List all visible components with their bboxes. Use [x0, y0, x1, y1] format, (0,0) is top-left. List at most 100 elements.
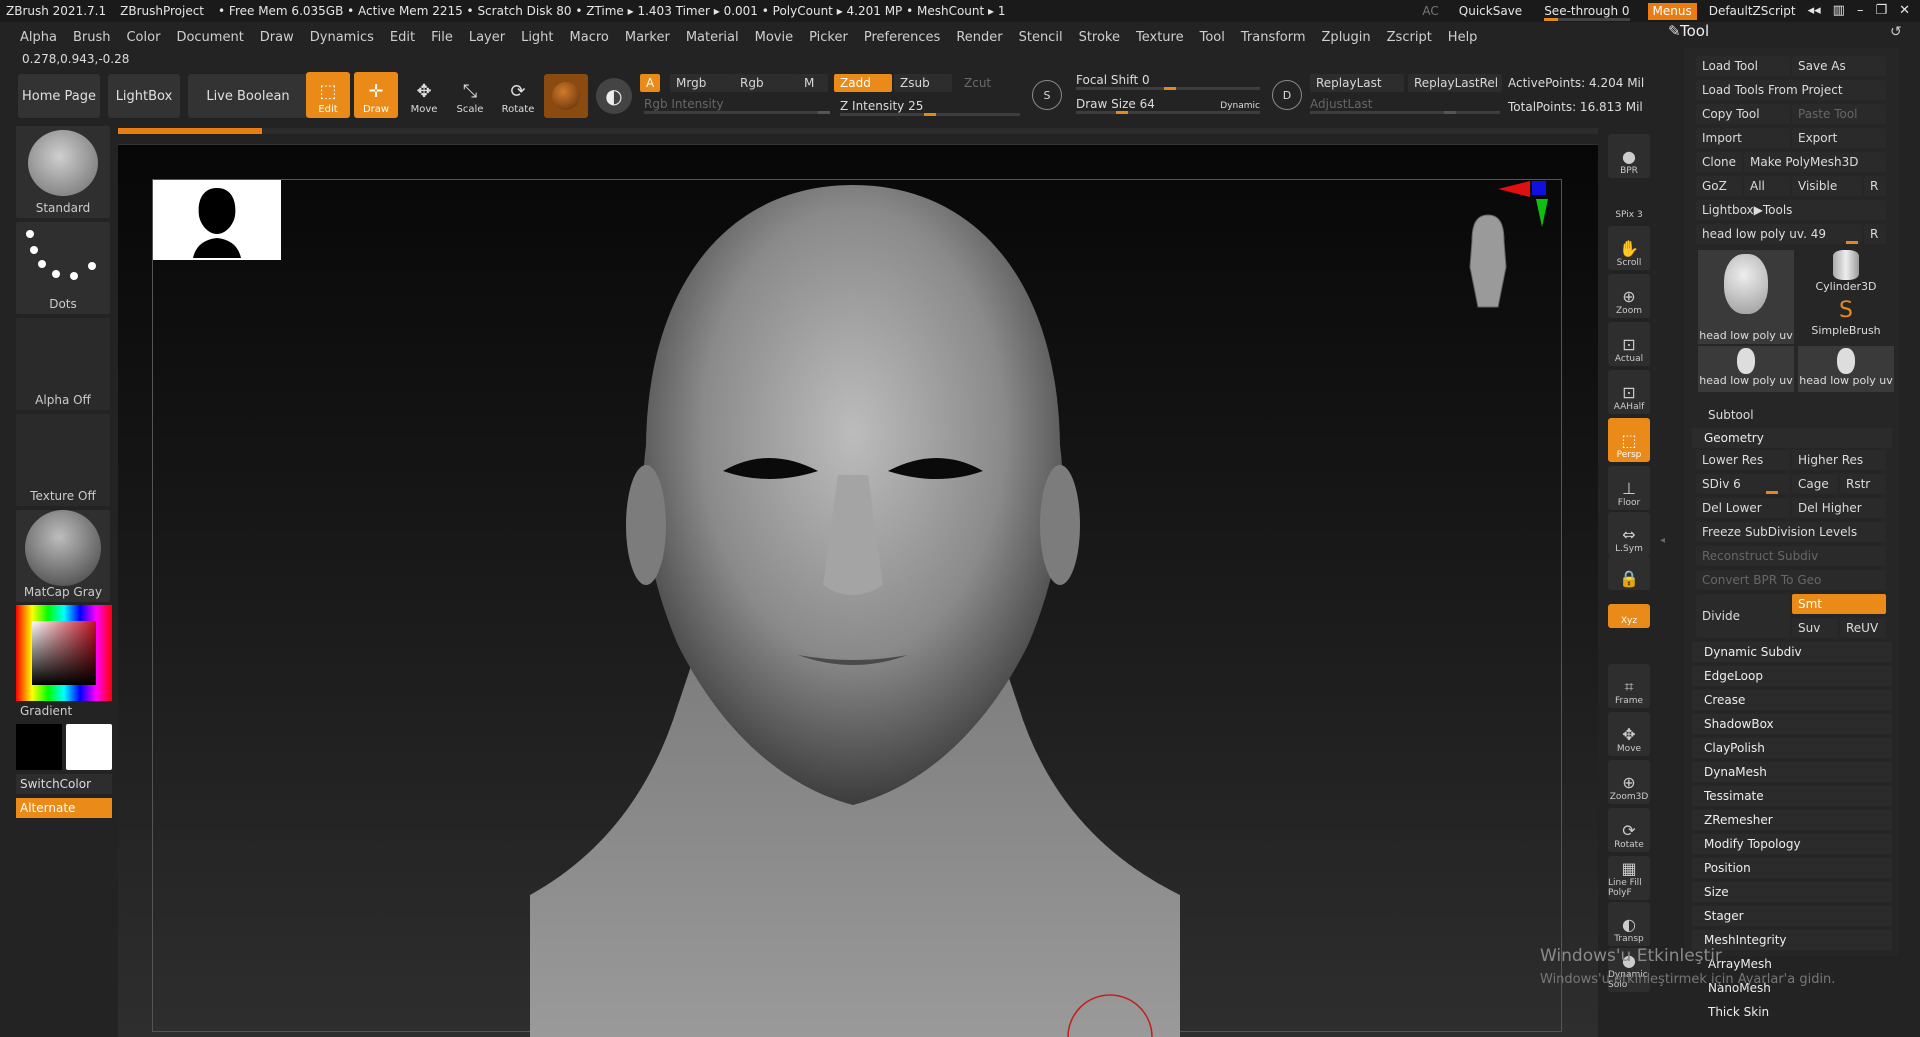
see-through-slider[interactable]: See-through 0 [1538, 0, 1635, 22]
convert-bpr-button[interactable]: Convert BPR To Geo [1696, 570, 1886, 590]
navigator-thumbnail[interactable] [153, 180, 281, 260]
right-tool-aahalf[interactable]: ⊡ AAHalf [1608, 370, 1650, 414]
menu-edit[interactable]: Edit [382, 30, 423, 45]
menu-stencil[interactable]: Stencil [1011, 30, 1071, 45]
adjust-last-slider[interactable]: AdjustLast [1310, 96, 1500, 114]
menu-picker[interactable]: Picker [801, 30, 856, 45]
edit-button[interactable]: ⬚ Edit [306, 72, 350, 118]
current-tool-r-button[interactable]: R [1864, 224, 1886, 244]
spotlight-d-icon[interactable]: D [1272, 80, 1302, 110]
m-toggle[interactable]: M [798, 74, 828, 92]
sdiv-slider[interactable]: SDiv 6 [1696, 474, 1790, 494]
menu-preferences[interactable]: Preferences [856, 30, 948, 45]
menu-brush[interactable]: Brush [65, 30, 119, 45]
menu-draw[interactable]: Draw [252, 30, 302, 45]
secondary-color-swatch[interactable] [66, 724, 112, 770]
section-tessimate[interactable]: Tessimate [1692, 786, 1892, 806]
load-tools-from-project-button[interactable]: Load Tools From Project [1696, 80, 1886, 100]
menu-layer[interactable]: Layer [461, 30, 513, 45]
menu-dynamics[interactable]: Dynamics [302, 30, 382, 45]
layout-icon[interactable]: ◂◂ [1808, 0, 1821, 22]
right-tool-frame[interactable]: ⌗ Frame [1608, 664, 1650, 708]
load-tool-button[interactable]: Load Tool [1696, 56, 1790, 76]
section-edgeloop[interactable]: EdgeLoop [1692, 666, 1892, 686]
tool-palette-title[interactable]: Tool [1680, 22, 1709, 40]
mrgb-toggle[interactable]: Mrgb [670, 74, 734, 92]
goz-all-button[interactable]: All [1744, 176, 1790, 196]
tool-thumb-cylinder[interactable]: Cylinder3D [1798, 250, 1894, 296]
color-picker[interactable] [16, 605, 112, 701]
menu-file[interactable]: File [423, 30, 461, 45]
reconstruct-subdiv-button[interactable]: Reconstruct Subdiv [1696, 546, 1886, 566]
section-stager[interactable]: Stager [1692, 906, 1892, 926]
import-button[interactable]: Import [1696, 128, 1790, 148]
right-tool-line-fill-polyf[interactable]: ▦ Line Fill PolyF [1608, 856, 1650, 900]
right-tool-zoom3d[interactable]: ⊕ Zoom3D [1608, 760, 1650, 804]
menu-zplugin[interactable]: Zplugin [1314, 30, 1379, 45]
divide-button[interactable]: Divide [1696, 594, 1790, 638]
scale-button[interactable]: ⤡ Scale [448, 72, 492, 118]
lower-res-button[interactable]: Lower Res [1696, 450, 1790, 470]
zadd-toggle[interactable]: Zadd [834, 74, 892, 92]
refresh-icon[interactable]: ↺ [1890, 24, 1902, 40]
canvas-viewport[interactable] [118, 144, 1598, 1037]
texture-selector[interactable]: Texture Off [16, 414, 110, 506]
rgb-toggle[interactable]: Rgb [734, 74, 798, 92]
suv-toggle[interactable]: Suv [1792, 618, 1838, 638]
close-icon[interactable]: ✕ [1899, 0, 1910, 22]
right-tool-move[interactable]: ✥ Move [1608, 712, 1650, 756]
geometry-section[interactable]: Geometry [1692, 428, 1892, 448]
stroke-selector[interactable]: Dots [16, 222, 110, 314]
quicksave-button[interactable]: QuickSave [1455, 0, 1526, 22]
goz-visible-button[interactable]: Visible [1792, 176, 1862, 196]
maximize-icon[interactable]: ❐ [1875, 0, 1887, 22]
menu-material[interactable]: Material [678, 30, 747, 45]
goz-button[interactable]: GoZ [1696, 176, 1742, 196]
section-zremesher[interactable]: ZRemesher [1692, 810, 1892, 830]
section-crease[interactable]: Crease [1692, 690, 1892, 710]
draw-button[interactable]: ✛ Draw [354, 72, 398, 118]
right-tool-transp[interactable]: ◐ Transp [1608, 902, 1650, 946]
section-shadowbox[interactable]: ShadowBox [1692, 714, 1892, 734]
section-claypolish[interactable]: ClayPolish [1692, 738, 1892, 758]
alpha-selector[interactable]: Alpha Off [16, 318, 110, 410]
section-arraymesh[interactable]: ArrayMesh [1696, 954, 1896, 974]
right-tool-l-sym[interactable]: ⇔ L.Sym [1608, 512, 1650, 556]
menus-button[interactable]: Menus [1647, 2, 1697, 20]
rotate-button[interactable]: ⟳ Rotate [496, 72, 540, 118]
reuv-toggle[interactable]: ReUV [1840, 618, 1886, 638]
home-page-button[interactable]: Home Page [18, 74, 100, 118]
material-swatch[interactable] [544, 74, 588, 118]
lightbox-tools-button[interactable]: Lightbox▶Tools [1696, 200, 1886, 220]
menu-texture[interactable]: Texture [1128, 30, 1192, 45]
menu-help[interactable]: Help [1440, 30, 1486, 45]
right-tool-persp[interactable]: ⬚ Persp [1608, 418, 1650, 462]
rgb-intensity-slider[interactable]: Rgb Intensity [644, 96, 830, 114]
section-thick-skin[interactable]: Thick Skin [1696, 1002, 1896, 1022]
copy-tool-button[interactable]: Copy Tool [1696, 104, 1790, 124]
section-modify-topology[interactable]: Modify Topology [1692, 834, 1892, 854]
cage-button[interactable]: Cage [1792, 474, 1838, 494]
primary-color-swatch[interactable] [16, 724, 62, 770]
menu-stroke[interactable]: Stroke [1071, 30, 1128, 45]
right-tool-rotate[interactable]: ⟳ Rotate [1608, 808, 1650, 852]
section-meshintegrity[interactable]: MeshIntegrity [1692, 930, 1892, 950]
current-tool-slider[interactable]: head low poly uv. 49 [1696, 224, 1862, 244]
section-dynamic-subdiv[interactable]: Dynamic Subdiv [1692, 642, 1892, 662]
zsub-toggle[interactable]: Zsub [894, 74, 952, 92]
replay-last-rel-button[interactable]: ReplayLastRel [1408, 74, 1502, 92]
tool-thumb-head-2[interactable]: head low poly uv [1698, 346, 1794, 392]
menu-movie[interactable]: Movie [747, 30, 801, 45]
right-tool-spix-3[interactable]: SPix 3 [1608, 178, 1650, 222]
right-tool-xyz[interactable]: Xyz [1608, 604, 1650, 628]
clone-button[interactable]: Clone [1696, 152, 1742, 172]
live-boolean-button[interactable]: Live Boolean [188, 74, 308, 118]
paste-tool-button[interactable]: Paste Tool [1792, 104, 1886, 124]
section-position[interactable]: Position [1692, 858, 1892, 878]
menu-alpha[interactable]: Alpha [12, 30, 65, 45]
brush-spiral-icon[interactable]: ◐ [596, 78, 632, 114]
menu-document[interactable]: Document [168, 30, 251, 45]
replay-last-button[interactable]: ReplayLast [1310, 74, 1404, 92]
tool-thumb-simplebrush[interactable]: S SimpleBrush [1798, 298, 1894, 344]
menu-tool[interactable]: Tool [1192, 30, 1233, 45]
